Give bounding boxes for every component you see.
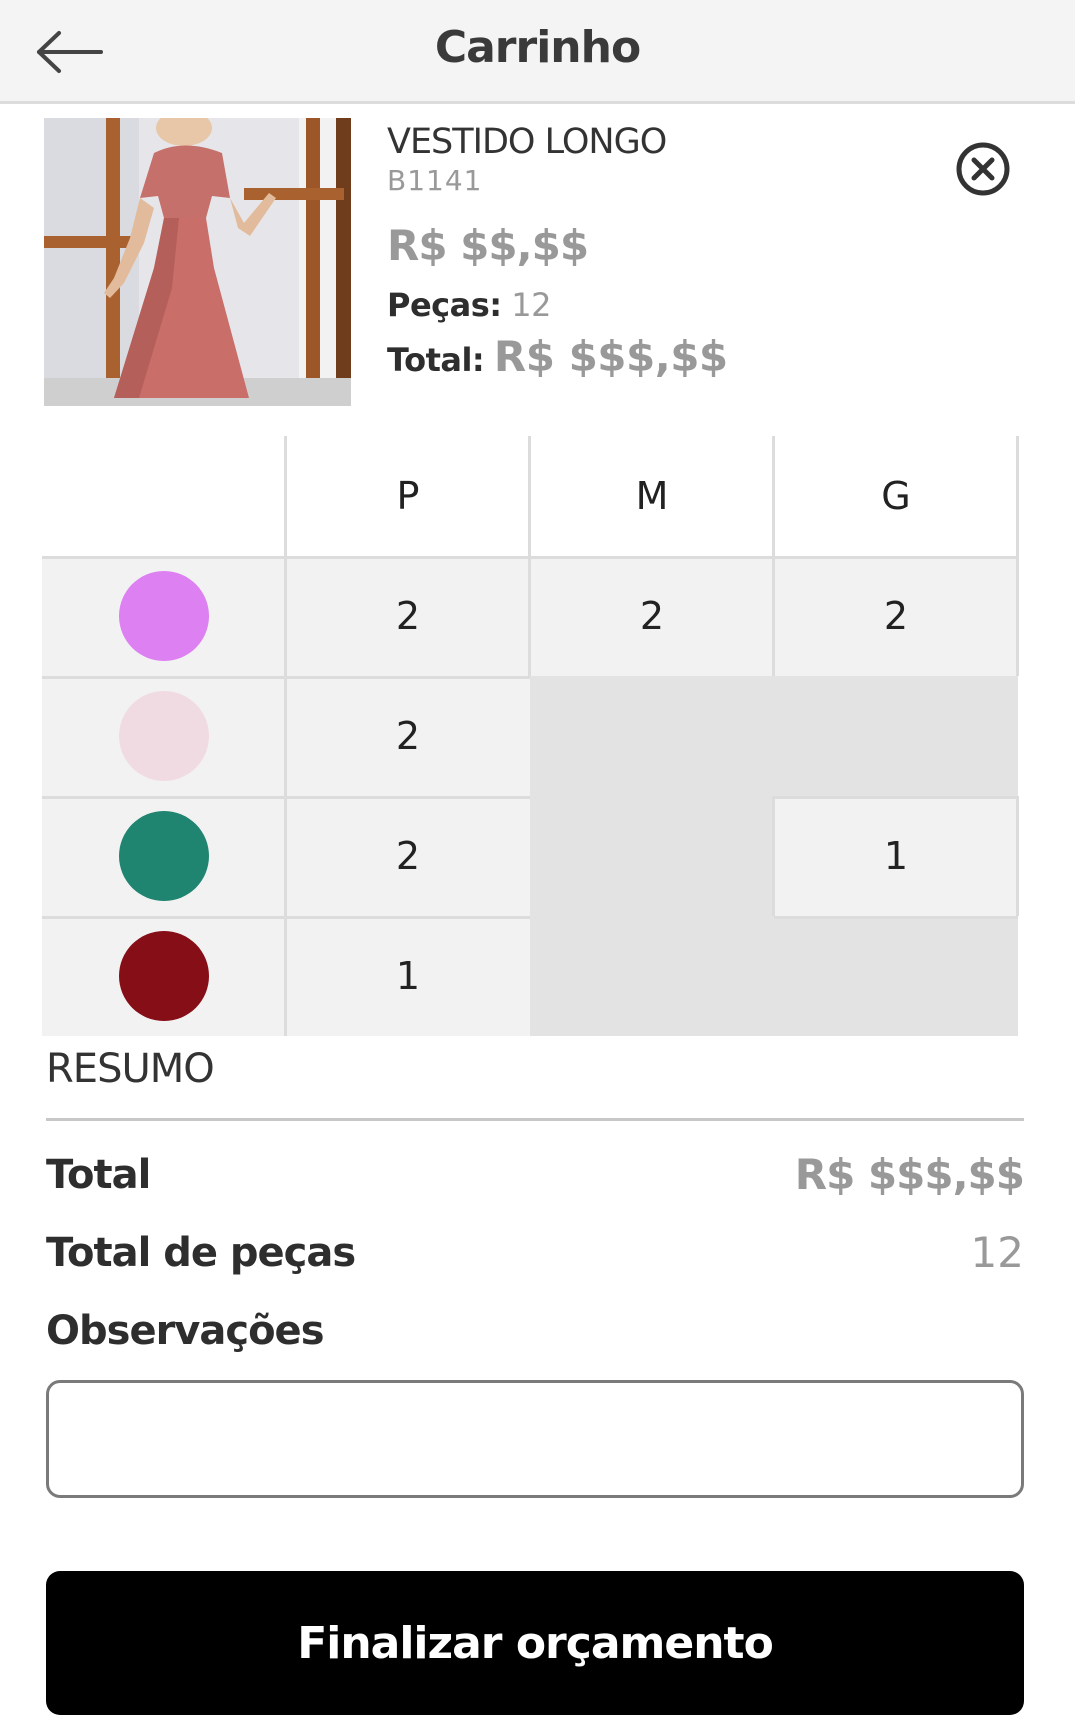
grid-divider xyxy=(42,556,1018,559)
summary-pieces-row: Total de peças 12 xyxy=(46,1228,1024,1277)
quantity-cell[interactable]: 2 xyxy=(286,556,530,676)
summary-divider xyxy=(46,1118,1024,1121)
grid-divider xyxy=(1016,796,1019,916)
color-swatch xyxy=(119,691,209,781)
pieces-label: Peças: xyxy=(387,286,502,324)
page-title: Carrinho xyxy=(434,22,641,73)
notes-input[interactable] xyxy=(46,1380,1024,1498)
unavailable-area xyxy=(530,796,774,1036)
dress-photo xyxy=(44,118,351,406)
grid-divider xyxy=(774,916,1018,919)
unavailable-area xyxy=(530,676,1018,796)
summary-title: RESUMO xyxy=(46,1046,215,1092)
grid-divider xyxy=(42,916,530,919)
product-price: R$ $$,$$ xyxy=(387,221,589,270)
color-swatch-cell xyxy=(42,916,286,1036)
summary-pieces-label: Total de peças xyxy=(46,1229,356,1276)
unavailable-area xyxy=(774,916,1018,1036)
color-swatch xyxy=(119,931,209,1021)
size-color-grid: P M G 2 2 2 2 2 1 1 xyxy=(42,436,1020,1036)
color-swatch-cell xyxy=(42,796,286,916)
grid-divider xyxy=(42,676,530,679)
summary-section: RESUMO Total R$ $$$,$$ Total de peças 12… xyxy=(46,1046,1025,1498)
summary-total-value: R$ $$$,$$ xyxy=(794,1150,1025,1199)
size-header-p: P xyxy=(286,436,530,556)
grid-divider xyxy=(284,436,287,1036)
quantity-cell[interactable]: 2 xyxy=(530,556,774,676)
total-value: R$ $$$,$$ xyxy=(493,332,728,381)
color-swatch-cell xyxy=(42,556,286,676)
notes-label: Observações xyxy=(46,1308,324,1354)
quantity-cell[interactable]: 2 xyxy=(286,796,530,916)
grid-divider xyxy=(774,796,1018,799)
summary-total-row: Total R$ $$$,$$ xyxy=(46,1150,1025,1199)
summary-pieces-value: 12 xyxy=(970,1228,1024,1277)
summary-total-label: Total xyxy=(46,1151,151,1198)
size-header-g: G xyxy=(774,436,1018,556)
color-swatch-cell xyxy=(42,676,286,796)
grid-corner xyxy=(42,436,286,556)
remove-item-button[interactable] xyxy=(950,136,1016,202)
quantity-cell[interactable]: 2 xyxy=(286,676,530,796)
finalize-quote-button[interactable]: Finalizar orçamento xyxy=(46,1571,1024,1715)
cart-item: VESTIDO LONGO B1141 R$ $$,$$ Peças: 12 T… xyxy=(44,118,1034,408)
product-info: VESTIDO LONGO B1141 R$ $$,$$ Peças: 12 T… xyxy=(387,118,947,381)
app-header: Carrinho xyxy=(0,0,1075,104)
total-line: Total: R$ $$$,$$ xyxy=(387,332,947,381)
grid-divider xyxy=(772,796,775,916)
color-swatch xyxy=(119,571,209,661)
product-image[interactable] xyxy=(44,118,351,406)
pieces-line: Peças: 12 xyxy=(387,286,947,324)
total-label: Total: xyxy=(387,341,485,379)
quantity-cell[interactable]: 1 xyxy=(774,796,1018,916)
color-swatch xyxy=(119,811,209,901)
pieces-value: 12 xyxy=(511,286,551,324)
quantity-cell[interactable]: 2 xyxy=(774,556,1018,676)
quantity-cell[interactable]: 1 xyxy=(286,916,530,1036)
product-name: VESTIDO LONGO xyxy=(387,122,667,162)
close-circle-icon xyxy=(956,142,1010,196)
size-header-m: M xyxy=(530,436,774,556)
grid-divider xyxy=(42,796,530,799)
product-code: B1141 xyxy=(387,164,483,197)
